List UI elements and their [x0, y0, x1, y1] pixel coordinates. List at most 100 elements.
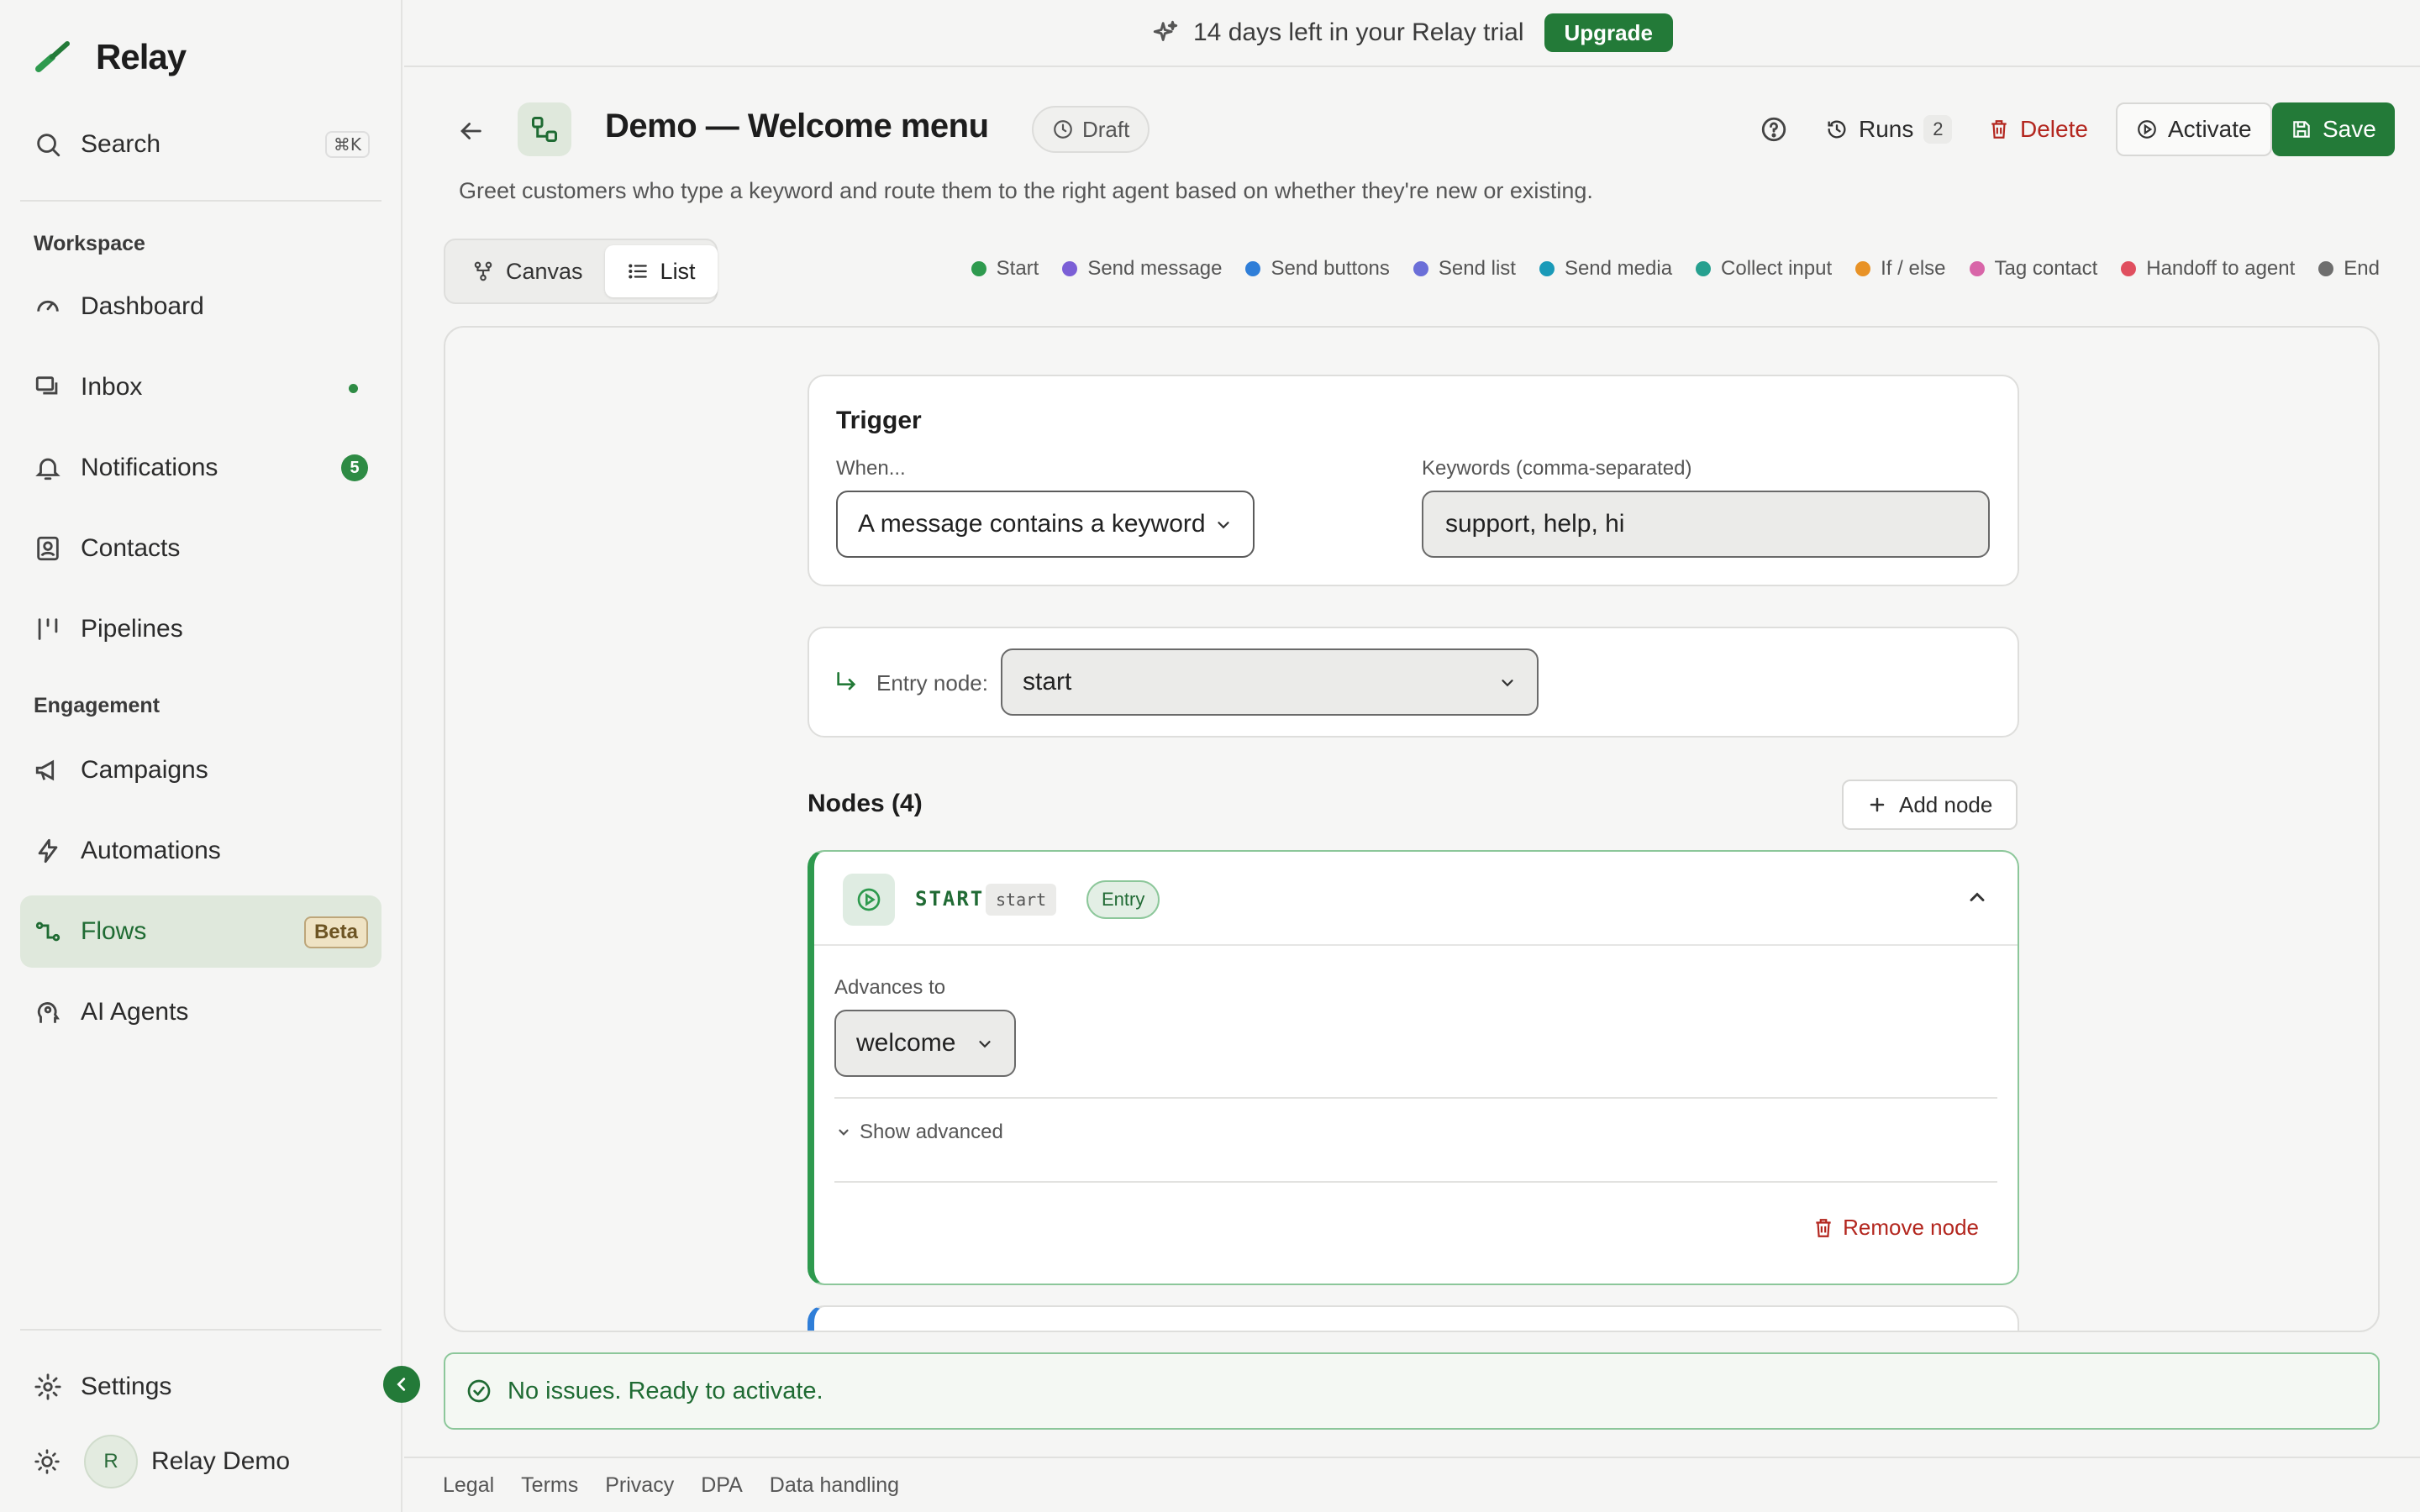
ai-head-icon	[34, 998, 62, 1026]
contacts-icon	[34, 534, 62, 563]
footer-link-dpa[interactable]: DPA	[701, 1473, 743, 1498]
node-header[interactable]: START start Entry	[814, 852, 2018, 946]
user-menu[interactable]: R Relay Demo	[20, 1431, 381, 1492]
collapse-sidebar-button[interactable]	[383, 1366, 420, 1403]
tab-canvas[interactable]: Canvas	[450, 245, 605, 297]
save-icon	[2291, 118, 2312, 140]
legend-dot	[1855, 261, 1871, 276]
status-label: Draft	[1082, 116, 1130, 142]
entry-node-label: Entry node:	[876, 670, 988, 696]
legend-label: Send media	[1564, 257, 1673, 280]
beta-badge: Beta	[303, 916, 368, 948]
theme-toggle-icon[interactable]	[34, 1448, 60, 1475]
brand-name: Relay	[96, 37, 187, 76]
add-node-button[interactable]: Add node	[1842, 780, 2018, 830]
legend-item: Send list	[1413, 257, 1516, 281]
footer-link-legal[interactable]: Legal	[443, 1473, 494, 1498]
runs-count: 2	[1923, 115, 1953, 144]
save-button[interactable]: Save	[2272, 102, 2395, 156]
entry-node-value: start	[1023, 668, 1072, 696]
legend-dot	[1245, 261, 1261, 276]
legend-item: Tag contact	[1969, 257, 2098, 281]
flow-list-panel: Trigger When... A message contains a key…	[444, 326, 2380, 1332]
sidebar: Relay Search ⌘K Workspace Dashboard Inbo…	[0, 0, 402, 1512]
sidebar-item-automations[interactable]: Automations	[20, 815, 381, 887]
sidebar-item-label: Contacts	[81, 534, 181, 562]
legend-label: Handoff to agent	[2146, 257, 2296, 280]
legend-item: Send media	[1539, 257, 1672, 281]
search-button[interactable]: Search ⌘K	[20, 123, 373, 166]
sidebar-item-campaigns[interactable]: Campaigns	[20, 734, 381, 806]
search-shortcut: ⌘K	[324, 131, 370, 158]
trash-icon	[1812, 1217, 1834, 1239]
help-button[interactable]	[1760, 102, 1793, 156]
advances-to-value: welcome	[856, 1029, 956, 1057]
sidebar-item-notifications[interactable]: Notifications 5	[20, 432, 381, 504]
avatar: R	[84, 1435, 138, 1488]
chevron-left-icon	[392, 1375, 411, 1394]
search-label: Search	[81, 130, 161, 158]
footer-link-terms[interactable]: Terms	[521, 1473, 578, 1498]
advances-to-select[interactable]: welcome	[834, 1010, 1016, 1077]
legend-item: If / else	[1855, 257, 1946, 281]
legend-item: Handoff to agent	[2121, 257, 2295, 281]
remove-node-button[interactable]: Remove node	[1812, 1215, 1979, 1241]
validation-status: No issues. Ready to activate.	[444, 1352, 2380, 1430]
sidebar-item-label: Dashboard	[81, 292, 204, 320]
trigger-card: Trigger When... A message contains a key…	[808, 375, 2019, 586]
brand[interactable]: Relay	[34, 37, 187, 77]
sidebar-item-pipelines[interactable]: Pipelines	[20, 593, 381, 665]
sidebar-item-label: Campaigns	[81, 756, 208, 784]
legend-label: Collect input	[1721, 257, 1833, 280]
keywords-label: Keywords (comma-separated)	[1422, 457, 1692, 480]
footer-link-data-handling[interactable]: Data handling	[770, 1473, 899, 1498]
chevron-down-icon	[976, 1035, 994, 1053]
activate-button[interactable]: Activate	[2116, 102, 2272, 156]
legend-item: End	[2318, 257, 2380, 281]
search-icon	[34, 130, 62, 159]
sidebar-item-settings[interactable]: Settings	[20, 1351, 381, 1423]
sidebar-item-dashboard[interactable]: Dashboard	[20, 270, 381, 343]
bolt-icon	[34, 837, 62, 865]
trash-icon	[1988, 118, 2010, 140]
history-icon	[1825, 118, 1849, 141]
legend-label: Tag contact	[1994, 257, 2098, 280]
nodes-heading: Nodes (4)	[808, 790, 923, 817]
chevron-up-icon[interactable]	[1965, 885, 1989, 909]
legend-dot	[1062, 261, 1078, 276]
trial-banner: 14 days left in your Relay trial Upgrade	[404, 0, 2420, 67]
sidebar-item-contacts[interactable]: Contacts	[20, 512, 381, 585]
canvas-icon	[472, 260, 494, 282]
remove-node-label: Remove node	[1843, 1215, 1979, 1240]
clock-icon	[1052, 118, 1074, 140]
upgrade-button[interactable]: Upgrade	[1544, 13, 1673, 52]
node-card-next[interactable]	[808, 1305, 2019, 1331]
legend-label: Send message	[1087, 257, 1223, 280]
trigger-type-select[interactable]: A message contains a keyword	[836, 491, 1255, 558]
show-advanced-toggle[interactable]: Show advanced	[836, 1121, 1003, 1144]
sidebar-item-inbox[interactable]: Inbox	[20, 351, 381, 423]
trigger-type-value: A message contains a keyword	[858, 510, 1206, 538]
sidebar-item-flows[interactable]: Flows Beta	[20, 895, 381, 968]
corner-arrow-icon	[833, 669, 860, 696]
legend-item: Send message	[1062, 257, 1222, 281]
delete-button[interactable]: Delete	[1988, 102, 2088, 156]
runs-button[interactable]: Runs 2	[1825, 102, 1953, 156]
tab-list[interactable]: List	[604, 245, 718, 297]
legend-dot	[2121, 261, 2137, 276]
entry-node-select[interactable]: start	[1001, 648, 1539, 716]
relay-logo-icon	[34, 37, 74, 77]
status-badge: Draft	[1032, 106, 1150, 153]
sidebar-item-ai-agents[interactable]: AI Agents	[20, 976, 381, 1048]
sidebar-item-label: Notifications	[81, 454, 218, 481]
sidebar-item-label: Pipelines	[81, 615, 183, 643]
activate-label: Activate	[2168, 116, 2252, 142]
footer: Legal Terms Privacy DPA Data handling	[404, 1457, 2420, 1512]
legend-item: Start	[971, 257, 1039, 281]
footer-link-privacy[interactable]: Privacy	[605, 1473, 674, 1498]
chevron-down-icon	[836, 1125, 851, 1140]
keywords-input[interactable]: support, help, hi	[1422, 491, 1990, 558]
back-button[interactable]	[450, 111, 491, 151]
sidebar-item-label: AI Agents	[81, 998, 189, 1026]
help-icon	[1760, 115, 1788, 144]
